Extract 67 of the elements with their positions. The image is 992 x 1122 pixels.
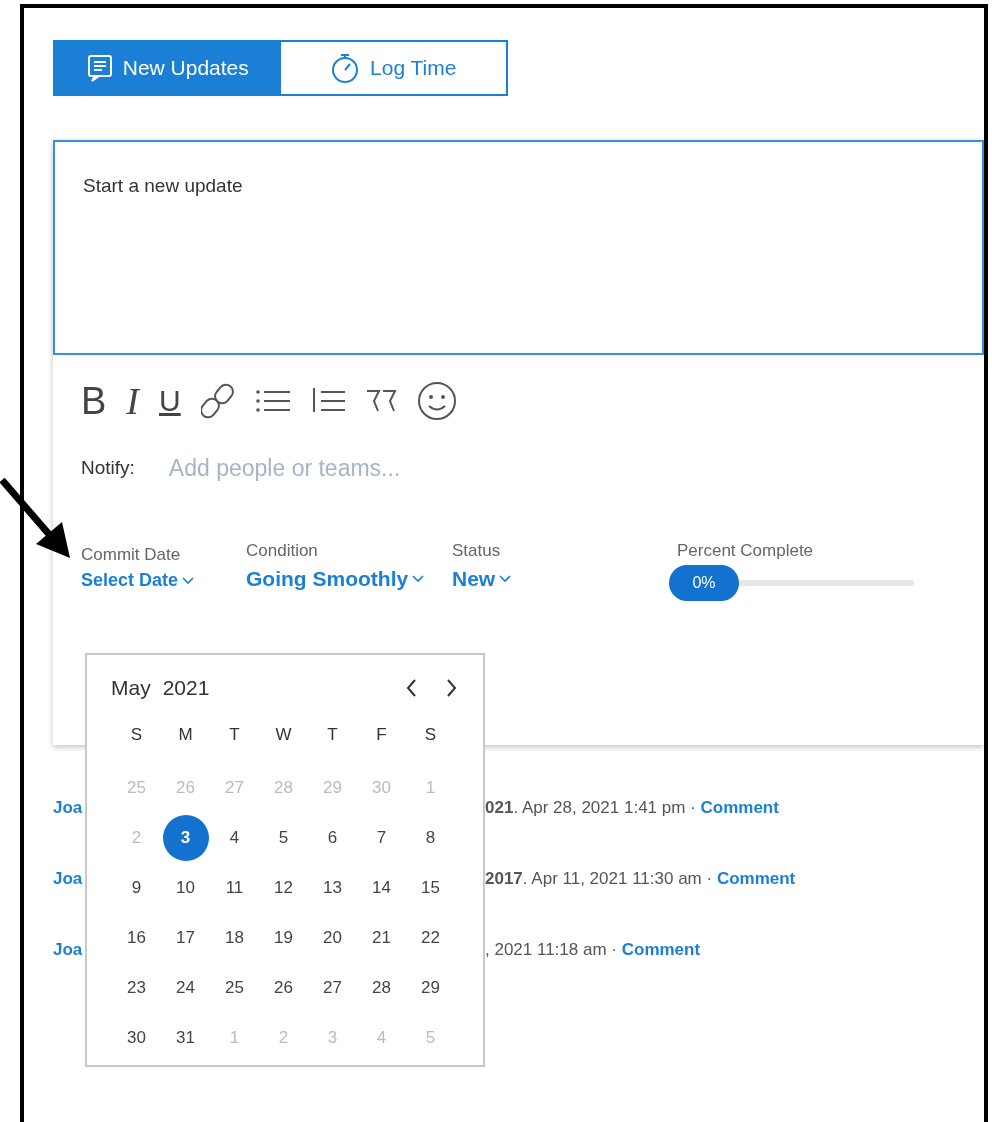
weekday-label: M [177,724,194,747]
calendar-day[interactable]: 22 [407,915,454,961]
comment-link[interactable]: Comment [716,869,796,888]
activity-text: , 2021 11:18 am · Comment [485,939,701,961]
stopwatch-icon [330,52,361,84]
dropdown[interactable]: New [452,563,513,595]
calendar-day[interactable]: 26 [260,965,307,1011]
slider-thumb[interactable]: 0% [669,565,739,601]
calendar-day[interactable]: 23 [113,965,160,1011]
calendar-day[interactable]: 24 [162,965,209,1011]
calendar-year: 2021 [162,675,210,702]
field-label: Commit Date [81,543,182,566]
calendar-day[interactable]: 30 [113,1015,160,1061]
calendar-month: May [111,675,151,702]
weekday-label: W [274,724,293,747]
chevron-down-icon [182,576,196,585]
weekday-label: S [423,724,438,747]
calendar-day[interactable]: 15 [407,865,454,911]
calendar-day[interactable]: 6 [309,815,356,861]
field-label: Percent Complete [677,539,815,562]
calendar-day[interactable]: 5 [260,815,307,861]
calendar-day[interactable]: 29 [407,965,454,1011]
calendar-day[interactable]: 21 [358,915,405,961]
calendar-day[interactable]: 3 [162,815,209,861]
date-picker[interactable]: Select Date [81,567,196,594]
calendar-day[interactable]: 11 [211,865,258,911]
calendar-day[interactable]: 18 [211,915,258,961]
calendar-day[interactable]: 10 [162,865,209,911]
calendar-day[interactable]: 16 [113,915,160,961]
weekday-label: T [228,724,241,747]
calendar-day[interactable]: 17 [162,915,209,961]
calendar-day[interactable]: 14 [358,865,405,911]
activity-text: 2017. Apr 11, 2021 11:30 am · Comment [485,868,796,890]
weekday-label: S [129,724,144,747]
weekday-label: T [326,724,339,747]
calendar-day[interactable]: 20 [309,915,356,961]
notify-label: Notify: [81,456,135,480]
calendar-day[interactable]: 31 [162,1015,209,1061]
comment-link[interactable]: Comment [700,798,779,817]
calendar-day[interactable]: 25 [211,965,258,1011]
calendar-day[interactable]: 13 [309,865,356,911]
dropdown[interactable]: Going Smoothly [246,563,426,595]
emoji-icon [416,381,457,421]
activity-text: 021. Apr 28, 2021 1:41 pm · Comment [485,797,779,819]
italic-button[interactable]: I [126,382,139,420]
calendar-day[interactable]: 27 [309,965,356,1011]
underline-button[interactable]: U [159,386,181,416]
tab[interactable]: New Updates [55,42,281,94]
bold-button[interactable]: B [81,382,107,420]
document-icon [86,54,113,82]
update-text-field[interactable]: Start a new update [53,140,984,355]
calendar-day[interactable]: 12 [260,865,307,911]
field-label: Condition [246,539,319,562]
calendar-day[interactable]: 28 [358,965,405,1011]
previous-month-icon[interactable] [405,678,419,698]
calendar-day[interactable]: 8 [407,815,454,861]
link-icon [200,382,235,420]
weekday-label: F [375,724,388,747]
calendar-day[interactable]: 9 [113,865,160,911]
next-month-icon[interactable] [445,678,459,698]
chevron-down-icon [412,574,426,583]
comment-link[interactable]: Comment [621,940,701,959]
calendar-day[interactable]: 7 [358,815,405,861]
calendar-day[interactable]: 19 [260,915,307,961]
calendar-day[interactable]: 4 [211,815,258,861]
field-label: Status [452,539,502,562]
chevron-down-icon [499,574,513,583]
